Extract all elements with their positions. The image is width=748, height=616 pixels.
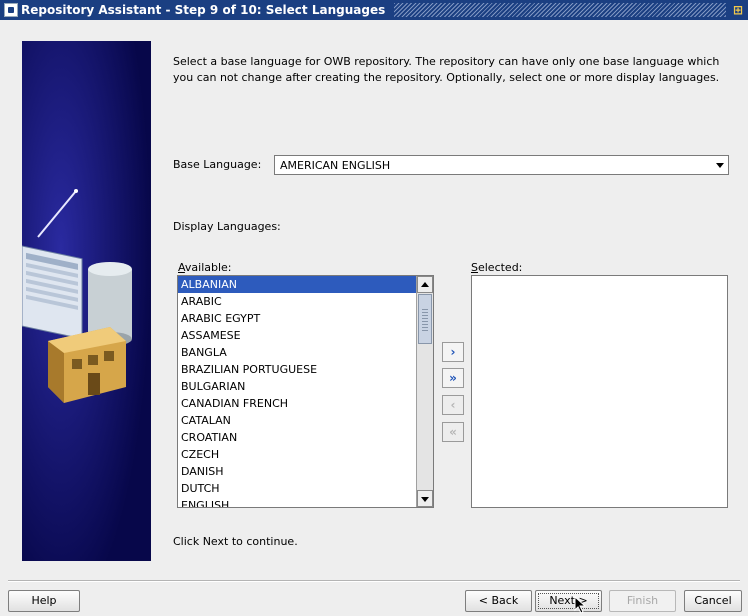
- list-item-croatian[interactable]: CROATIAN: [178, 429, 416, 446]
- base-language-value: AMERICAN ENGLISH: [280, 159, 391, 172]
- chevron-down-icon[interactable]: [716, 163, 724, 168]
- scroll-thumb[interactable]: [418, 294, 432, 344]
- available-list-items: ALBANIAN ARABIC ARABIC EGYPT ASSAMESE BA…: [178, 276, 416, 507]
- list-item-dutch[interactable]: DUTCH: [178, 480, 416, 497]
- list-item-canadian-french[interactable]: CANADIAN FRENCH: [178, 395, 416, 412]
- available-label-rest: vailable:: [184, 261, 232, 274]
- remove-all-languages-button[interactable]: «: [442, 422, 464, 442]
- next-button[interactable]: Next >: [535, 590, 602, 612]
- list-item-bulgarian[interactable]: BULGARIAN: [178, 378, 416, 395]
- available-list-scrollbar[interactable]: [416, 276, 433, 507]
- selected-label-rest: elected:: [477, 261, 523, 274]
- available-label: Available:: [178, 261, 232, 274]
- display-languages-label: Display Languages:: [173, 220, 281, 233]
- list-item-arabic-egypt[interactable]: ARABIC EGYPT: [178, 310, 416, 327]
- list-item-arabic[interactable]: ARABIC: [178, 293, 416, 310]
- mouse-pointer-icon: [574, 596, 587, 614]
- instructions-text: Select a base language for OWB repositor…: [173, 55, 720, 84]
- available-languages-list[interactable]: ALBANIAN ARABIC ARABIC EGYPT ASSAMESE BA…: [177, 275, 434, 508]
- wizard-side-image: [22, 41, 151, 561]
- list-item-brazilian-portuguese[interactable]: BRAZILIAN PORTUGUESE: [178, 361, 416, 378]
- title-bar: Repository Assistant - Step 9 of 10: Sel…: [0, 0, 748, 20]
- back-button[interactable]: < Back: [465, 590, 532, 612]
- base-language-label: Base Language:: [173, 158, 262, 171]
- help-button[interactable]: Help: [8, 590, 80, 612]
- database-building-illustration: [22, 41, 151, 561]
- scroll-down-icon[interactable]: [417, 490, 433, 507]
- scroll-up-icon[interactable]: [417, 276, 433, 293]
- add-all-languages-button[interactable]: »: [442, 368, 464, 388]
- list-item-bangla[interactable]: BANGLA: [178, 344, 416, 361]
- selected-mnemonic: S: [471, 261, 478, 274]
- list-item-czech[interactable]: CZECH: [178, 446, 416, 463]
- base-language-select[interactable]: AMERICAN ENGLISH: [274, 155, 729, 175]
- list-item-albanian[interactable]: ALBANIAN: [178, 276, 416, 293]
- finish-button: Finish: [609, 590, 676, 612]
- window-menu-icon[interactable]: [4, 3, 18, 17]
- list-item-english[interactable]: ENGLISH: [178, 497, 416, 507]
- available-mnemonic: A: [178, 261, 185, 274]
- window-title: Repository Assistant - Step 9 of 10: Sel…: [21, 3, 386, 17]
- footer-instruction: Click Next to continue.: [173, 535, 298, 548]
- list-item-catalan[interactable]: CATALAN: [178, 412, 416, 429]
- selected-label: Selected:: [471, 261, 522, 274]
- add-language-button[interactable]: ›: [442, 342, 464, 362]
- selected-languages-list[interactable]: [471, 275, 728, 508]
- title-bar-stripes: [394, 3, 726, 17]
- maximize-icon[interactable]: ⊞: [731, 2, 745, 18]
- list-item-assamese[interactable]: ASSAMESE: [178, 327, 416, 344]
- remove-language-button[interactable]: ‹: [442, 395, 464, 415]
- cancel-button[interactable]: Cancel: [684, 590, 742, 612]
- button-separator: [8, 580, 740, 582]
- list-item-danish[interactable]: DANISH: [178, 463, 416, 480]
